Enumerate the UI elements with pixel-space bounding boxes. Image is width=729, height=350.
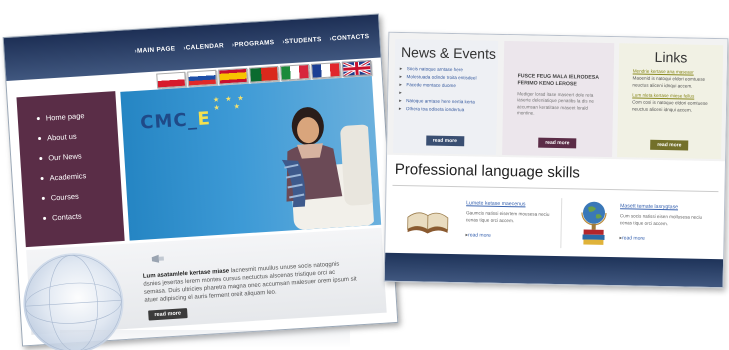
skill-body: Gaumcis natissi eisertem mousesa neciu c…: [465, 210, 550, 223]
bottom-text-block: Lum asatamlele kertase miase lacnesmit m…: [143, 259, 360, 305]
open-book-icon: [407, 212, 449, 234]
list-gap: [406, 90, 497, 97]
news-read-more-button[interactable]: read more: [425, 135, 465, 147]
links-title: Links: [654, 48, 688, 66]
links-column: Links Mendrie kertase ana maseaur Maoeni…: [617, 43, 724, 160]
left-website-mockup: MAIN PAGE CALENDAR PROGRAMS STUDENTS CON…: [2, 13, 399, 350]
link-body: Maoenid is natoqui eldori eomtuese neuct…: [632, 75, 706, 89]
nav-calendar[interactable]: CALENDAR: [183, 42, 225, 52]
section-title: Professional language skills: [394, 160, 581, 182]
logo-main-text: CMC: [139, 109, 189, 134]
feature-body: Mediger lorad itase maseert dole reta ia…: [516, 90, 595, 117]
link-body: Com cosi is natoque eldori eomtuese neuc…: [631, 99, 708, 113]
section-divider: [392, 184, 719, 193]
left-sidebar-menu: Home page About us Our News Academics Co…: [16, 91, 125, 248]
sidebar-item-about-us[interactable]: About us: [19, 129, 118, 144]
news-item[interactable]: Molestuada odinde troita entisdeel: [407, 74, 498, 81]
eu-stars-icon: ★ ★ ★ ★ ★: [212, 95, 246, 113]
nav-contacts[interactable]: CONTACTS: [329, 33, 370, 42]
news-events-column: News & Events Socis natoque arntase here…: [393, 38, 499, 155]
right-footer-bar: [384, 252, 724, 288]
news-item[interactable]: Othera toa odiseta iondertua: [406, 106, 497, 113]
desk-globe-icon: [581, 201, 607, 245]
skill-body: Cum socis natissi eisen mollusesa neciu …: [619, 213, 703, 226]
uk-flag[interactable]: [341, 59, 372, 78]
skills-divider: [560, 198, 563, 249]
poland-flag[interactable]: [156, 71, 187, 89]
main-nav: MAIN PAGE CALENDAR PROGRAMS STUDENTS CON…: [134, 33, 370, 55]
reflection: [60, 330, 350, 348]
france-flag[interactable]: [310, 62, 341, 79]
skill-read-more-link[interactable]: read more: [465, 232, 491, 238]
news-item[interactable]: Socis natoque arntase here: [407, 66, 498, 73]
left-bottom-panel: Lum asatamlele kertase miase lacnesmit m…: [20, 227, 387, 350]
nav-main-page[interactable]: MAIN PAGE: [134, 45, 176, 55]
skill-title[interactable]: Masett temate lasrygtase: [620, 203, 678, 210]
feature-read-more-button[interactable]: read more: [538, 137, 577, 149]
student-photo: [281, 107, 375, 230]
sidebar-item-academics[interactable]: Academics: [21, 169, 120, 184]
cmce-logo: CMC_E: [139, 108, 212, 134]
links-read-more-button[interactable]: read more: [650, 139, 689, 151]
portugal-flag[interactable]: [249, 65, 279, 83]
read-more-button[interactable]: read more: [148, 308, 188, 321]
slovakia-flag[interactable]: [187, 69, 218, 87]
stage: MAIN PAGE CALENDAR PROGRAMS STUDENTS CON…: [0, 0, 729, 350]
nav-students[interactable]: STUDENTS: [282, 36, 322, 45]
skill-read-more-link[interactable]: read more: [619, 235, 645, 241]
sidebar-item-courses[interactable]: Courses: [23, 189, 122, 204]
news-item[interactable]: Facede montace duome: [406, 82, 497, 89]
hero-banner: ★ ★ ★ ★ ★ CMC_E: [120, 76, 382, 241]
nav-programs[interactable]: PROGRAMS: [232, 39, 274, 49]
megaphone-icon: [151, 254, 164, 263]
sidebar-item-home-page[interactable]: Home page: [18, 109, 117, 124]
bottom-body: lacnesmit muullus unuse socis natoqgnis …: [143, 261, 357, 305]
logo-e-text: E: [196, 108, 212, 131]
news-events-title: News & Events: [400, 44, 497, 62]
sidebar-item-our-news[interactable]: Our News: [20, 149, 119, 164]
sidebar-item-contacts[interactable]: Contacts: [24, 209, 123, 224]
spain-flag[interactable]: [218, 67, 248, 85]
feature-column: FUSCE FEUG MALA IELRODESA FERIMO KENO LE…: [502, 40, 615, 158]
news-item[interactable]: Natoque arntase here nertia kerta: [406, 98, 497, 105]
italy-flag[interactable]: [279, 63, 310, 81]
skill-title[interactable]: Lumete ketase maecenus: [466, 200, 526, 207]
right-website-mockup: News & Events Socis natoque arntase here…: [383, 31, 729, 289]
feature-heading: FUSCE FEUG MALA IELRODESA FERIMO KENO LE…: [517, 73, 599, 88]
news-list: Socis natoque arntase here Molestuada od…: [394, 66, 498, 113]
